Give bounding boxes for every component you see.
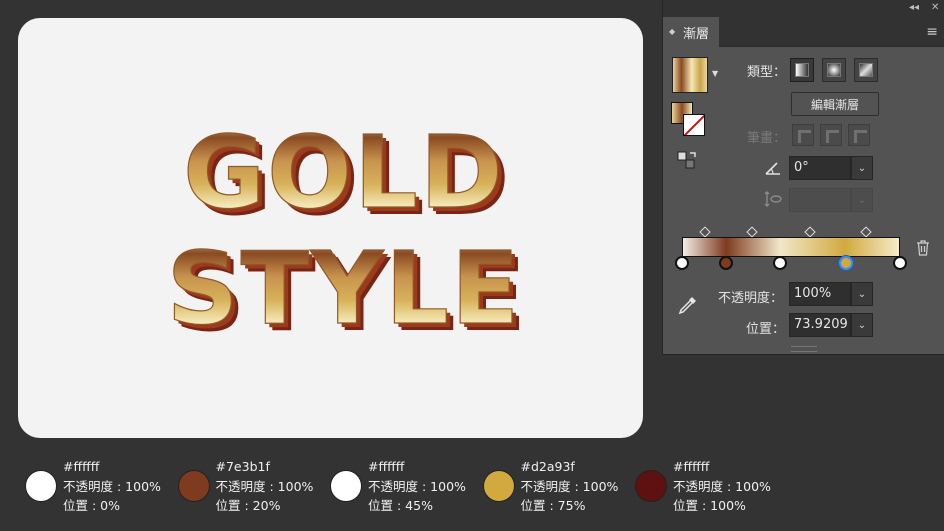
legend-opacity: 不透明度 : 100%: [673, 478, 771, 494]
stroke-along-button: [820, 124, 842, 146]
legend-item: #ffffff 不透明度 : 100% 位置 : 100%: [629, 457, 779, 517]
tab-expand-icon: ◆: [669, 27, 676, 36]
stroke-swatch[interactable]: [683, 114, 705, 136]
legend-hex: #ffffff: [368, 459, 405, 474]
legend-text: #ffffff 不透明度 : 100% 位置 : 0%: [63, 457, 161, 516]
legend-hex: #ffffff: [63, 459, 100, 474]
legend-position: 位置 : 20%: [215, 498, 281, 513]
gradient-stop[interactable]: [838, 256, 853, 270]
gradient-preview: [683, 238, 899, 256]
gold-text: GOLD: [183, 114, 505, 231]
opacity-label: 不透明度：: [718, 291, 784, 306]
panel-title-bar: ◂◂ ✕: [663, 0, 944, 17]
swap-icon[interactable]: [676, 150, 698, 172]
gradient-panel: ◂◂ ✕ ◆ 漸層 ≡ ▼ 類型： 編輯漸層 筆畫： 0° ⌄ ⌄ 不透明度： …: [662, 0, 944, 354]
gold-style-artwork: GOLD STYLE GOLD STYLE GOLD STYLE: [166, 113, 526, 354]
position-input[interactable]: 73.9209: [789, 313, 851, 337]
color-swatch: [330, 470, 362, 502]
gradient-midpoint[interactable]: [804, 226, 816, 238]
tab-gradient-label: 漸層: [683, 26, 710, 42]
legend-opacity: 不透明度 : 100%: [520, 478, 619, 494]
color-swatch: [25, 470, 57, 502]
stroke-across-button: [848, 124, 870, 146]
legend-position: 位置 : 45%: [368, 498, 433, 513]
legend-hex: #d2a93f: [520, 459, 575, 474]
text-face: GOLD STYLE: [166, 113, 522, 347]
legend-hex: #7e3b1f: [215, 459, 270, 474]
eyedropper-icon[interactable]: [677, 294, 699, 316]
gradient-stop[interactable]: [675, 256, 689, 270]
chevron-down-icon[interactable]: ▼: [712, 69, 718, 78]
type-label: 類型：: [747, 65, 787, 80]
radial-gradient-button[interactable]: [822, 58, 846, 82]
aspect-ratio-dropdown: ⌄: [851, 188, 873, 212]
artboard: GOLD STYLE GOLD STYLE GOLD STYLE: [18, 18, 643, 438]
aspect-ratio-icon: [764, 191, 782, 207]
legend-text: #7e3b1f 不透明度 : 100% 位置 : 20%: [216, 457, 314, 516]
legend-text: #ffffff 不透明度 : 100% 位置 : 45%: [368, 457, 466, 516]
color-swatch: [177, 470, 210, 502]
legend-item: #ffffff 不透明度 : 100% 位置 : 0%: [19, 457, 169, 517]
legend-opacity: 不透明度 : 100%: [368, 478, 466, 494]
position-dropdown[interactable]: ⌄: [851, 313, 873, 337]
angle-icon: [765, 162, 780, 175]
color-swatch: [482, 470, 515, 502]
gradient-midpoint[interactable]: [746, 226, 758, 238]
legend-hex: #ffffff: [673, 459, 710, 474]
linear-gradient-button[interactable]: [790, 58, 814, 82]
gradient-slider[interactable]: [682, 237, 900, 257]
legend-text: #d2a93f 不透明度 : 100% 位置 : 75%: [521, 457, 619, 516]
panel-divider: [662, 354, 944, 355]
gradient-stop[interactable]: [893, 256, 907, 270]
opacity-input[interactable]: 100%: [789, 282, 851, 306]
gradient-midpoint[interactable]: [860, 226, 872, 238]
angle-dropdown[interactable]: ⌄: [851, 156, 873, 180]
trash-icon[interactable]: [916, 240, 930, 256]
gradient-thumbnail[interactable]: [672, 57, 708, 93]
style-text: STYLE: [167, 230, 522, 347]
freeform-gradient-button[interactable]: [854, 58, 878, 82]
gradient-stop[interactable]: [718, 256, 733, 270]
legend-position: 位置 : 100%: [673, 498, 746, 513]
legend-opacity: 不透明度 : 100%: [63, 478, 161, 494]
legend-item: #d2a93f 不透明度 : 100% 位置 : 75%: [477, 457, 627, 517]
legend-position: 位置 : 75%: [520, 498, 586, 513]
legend-position: 位置 : 0%: [63, 498, 120, 513]
legend-text: #ffffff 不透明度 : 100% 位置 : 100%: [673, 457, 771, 516]
panel-resize-grip[interactable]: [791, 346, 817, 352]
legend-item: #7e3b1f 不透明度 : 100% 位置 : 20%: [172, 457, 322, 517]
color-swatch: [635, 470, 667, 502]
position-label: 位置：: [746, 322, 786, 337]
angle-input[interactable]: 0°: [789, 156, 851, 180]
tab-gradient[interactable]: ◆ 漸層: [663, 17, 719, 47]
legend-opacity: 不透明度 : 100%: [215, 478, 314, 494]
legend-item: #ffffff 不透明度 : 100% 位置 : 45%: [324, 457, 474, 517]
gradient-stop[interactable]: [773, 256, 788, 270]
opacity-dropdown[interactable]: ⌄: [851, 282, 873, 306]
stroke-label: 筆畫：: [747, 131, 787, 146]
collapse-icon[interactable]: ◂◂: [909, 2, 919, 14]
close-icon[interactable]: ✕: [931, 2, 939, 14]
stroke-within-button: [792, 124, 814, 146]
panel-tab-bar: ◆ 漸層 ≡: [663, 17, 944, 47]
aspect-ratio-input: [789, 188, 851, 212]
panel-menu-icon[interactable]: ≡: [926, 25, 938, 39]
gradient-midpoint[interactable]: [699, 226, 711, 238]
edit-gradient-button[interactable]: 編輯漸層: [791, 92, 879, 116]
